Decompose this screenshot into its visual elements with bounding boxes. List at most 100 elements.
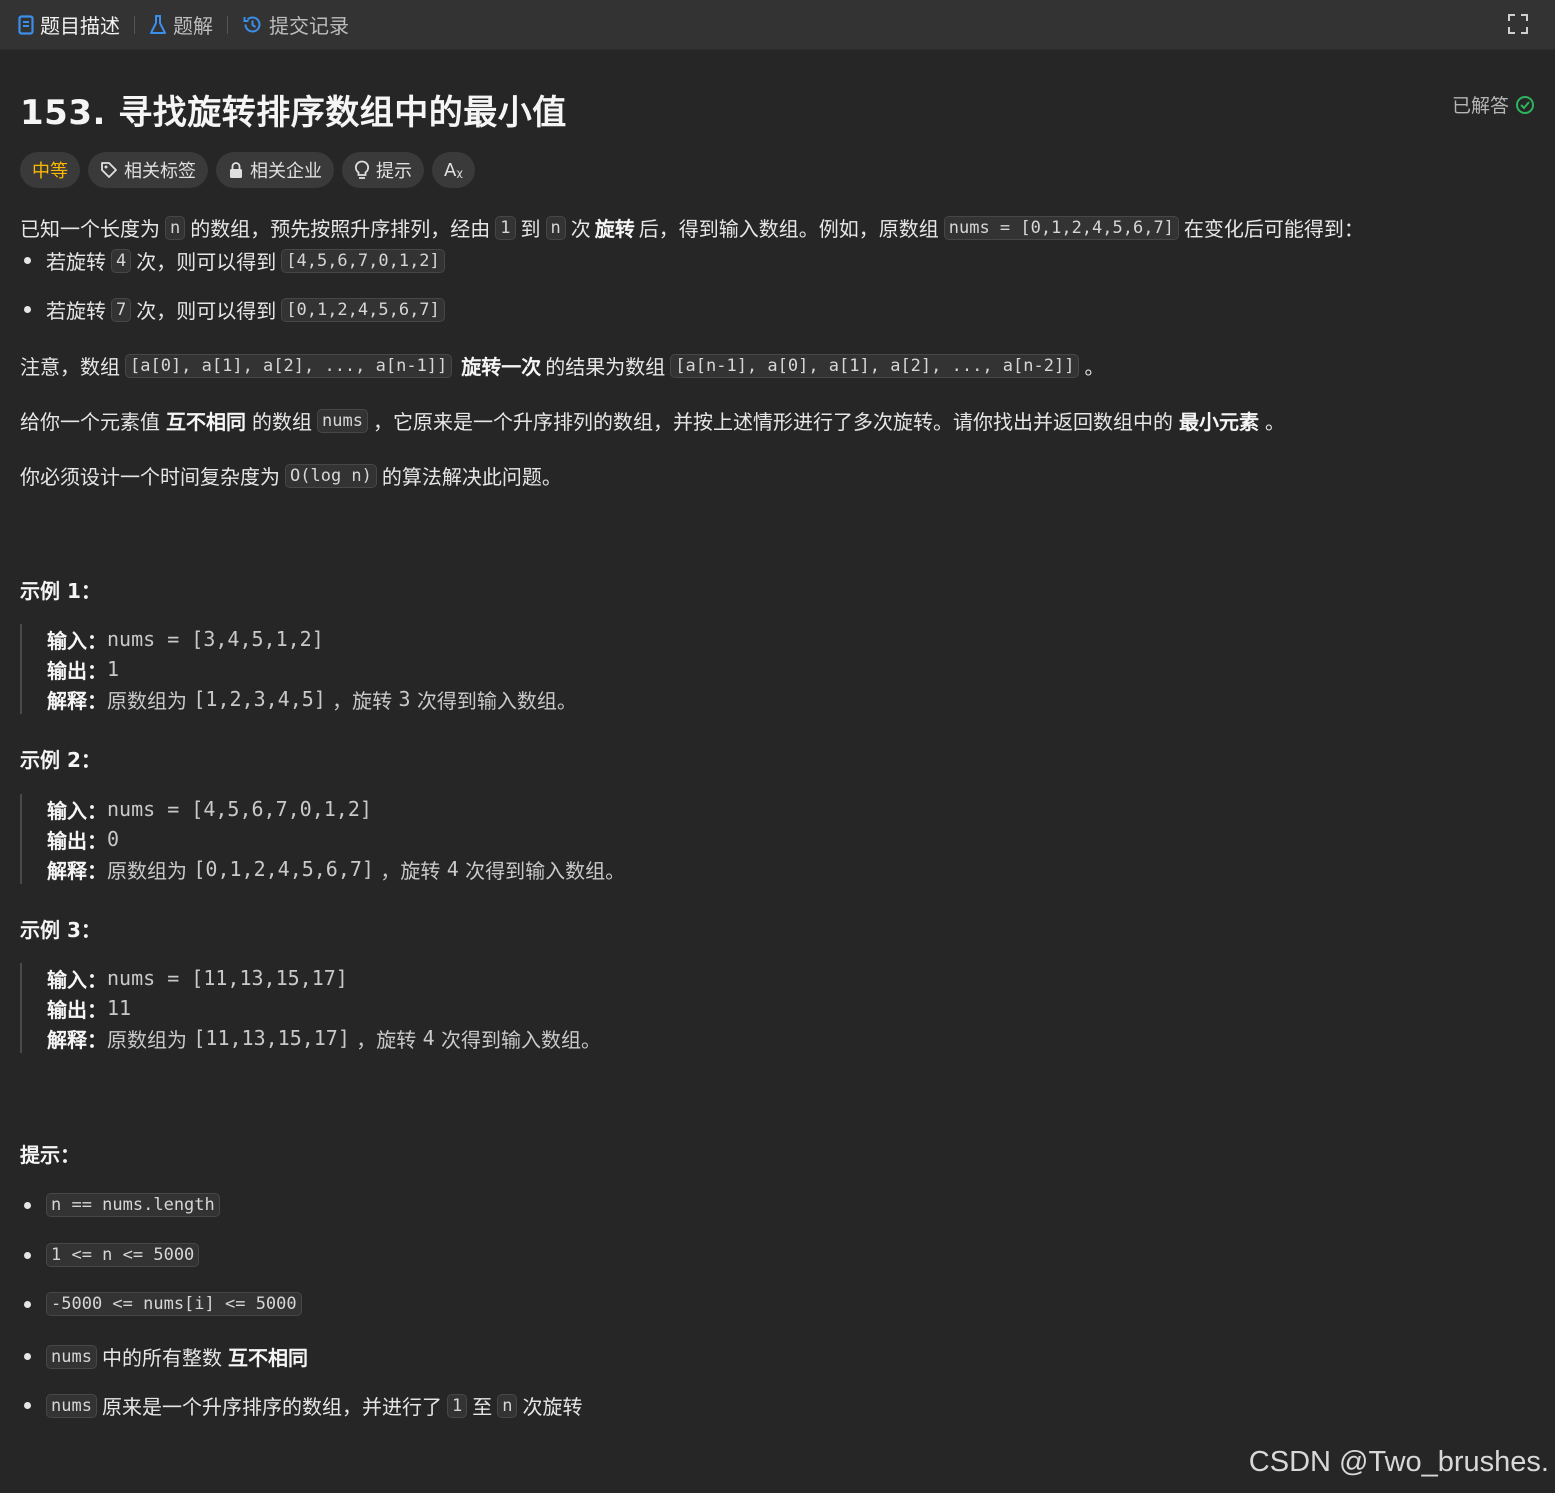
text: 的数组 (252, 410, 312, 434)
bold-text: 互不相同 (227, 1346, 308, 1370)
text: 。 (1264, 410, 1285, 434)
bullet-dot (24, 1251, 31, 1259)
explain-text: ，旋转 (356, 1027, 417, 1052)
example-explanation: 解释： 原数组为 [11,13,15,17] ，旋转 4 次得到输入数组。 (47, 1023, 947, 1053)
output-label: 输出： (47, 828, 107, 853)
inline-code: 4 (111, 248, 132, 273)
description-paragraph: 注意，数组 [a[0], a[1], a[2], ..., a[n-1]] 旋转… (20, 351, 1104, 380)
inline-code: nums (46, 1393, 97, 1418)
inline-code: 7 (111, 297, 132, 322)
related-tags-label: 相关标签 (124, 161, 196, 182)
input-label: 输入： (47, 967, 107, 992)
document-icon (18, 14, 34, 35)
explain-array: [0,1,2,4,5,6,7] (193, 857, 374, 881)
explain-count: 3 (398, 687, 411, 711)
text: 中的所有整数 (101, 1346, 222, 1370)
tab-submissions[interactable]: 提交记录 (242, 0, 349, 49)
constraint-item: nums 原来是一个升序排序的数组，并进行了 1 至 n 次旋转 (20, 1391, 582, 1420)
output-value: 11 (107, 996, 132, 1020)
tab-description[interactable]: 题目描述 (18, 0, 120, 49)
tab-divider (227, 15, 228, 34)
text: 次，则可以得到 (136, 250, 277, 274)
constraint-item: 1 <= n <= 5000 (20, 1243, 204, 1267)
inline-code: O(log n) (285, 463, 377, 488)
inline-code: 1 (446, 1393, 468, 1418)
text: 的结果为数组 (545, 355, 666, 379)
tab-solutions[interactable]: 题解 (149, 0, 213, 49)
list-item: 若旋转 4 次，则可以得到 [4,5,6,7,0,1,2] (20, 246, 450, 275)
explain-array: [11,13,15,17] (193, 1026, 350, 1050)
explain-text: 原数组为 (107, 688, 187, 713)
text: 后，得到输入数组。例如，原数组 (638, 217, 939, 241)
example-explanation: 解释： 原数组为 [0,1,2,4,5,6,7] ，旋转 4 次得到输入数组。 (47, 854, 947, 884)
input-label: 输入： (47, 628, 107, 653)
text: ，它原来是一个升序排列的数组，并按上述情形进行了多次旋转。请你找出并返回数组中的 (372, 410, 1173, 434)
related-companies-label: 相关企业 (250, 161, 322, 182)
solved-label: 已解答 (1451, 95, 1509, 117)
text: 你必须设计一个时间复杂度为 (20, 465, 280, 489)
bold-text: 旋转 (594, 217, 635, 241)
example-3-block: 输入： nums = [11,13,15,17] 输出： 11 解释： 原数组为 [1… (20, 963, 947, 1053)
input-value: nums = [11,13,15,17] (107, 966, 348, 990)
inline-code: [a[n-1], a[0], a[1], a[2], ..., a[n-2]] (670, 353, 1080, 378)
description-paragraph: 已知一个长度为 n 的数组，预先按照升序排列，经由 1 到 n 次 旋转 后，得… (20, 213, 1364, 242)
explain-text: 次得到输入数组。 (416, 688, 577, 713)
page-title: 153. 寻找旋转排序数组中的最小值 (20, 93, 567, 133)
explain-count: 4 (446, 857, 459, 881)
bold-text: 最小元素 (1178, 410, 1259, 434)
example-1-heading: 示例 1： (20, 579, 101, 603)
text: 次，则可以得到 (136, 299, 277, 323)
explain-array: [1,2,3,4,5] (193, 687, 326, 711)
fullscreen-button[interactable] (1507, 13, 1529, 39)
example-output: 输出： 11 (47, 993, 947, 1023)
translate-button[interactable]: Aᵪ (432, 152, 475, 188)
input-value: nums = [3,4,5,1,2] (107, 627, 324, 651)
inline-code: n (165, 215, 186, 240)
example-output: 输出： 1 (47, 654, 947, 684)
hint-button[interactable]: 提示 (342, 152, 424, 188)
tab-solutions-label: 题解 (173, 14, 213, 38)
inline-code: 1 (495, 215, 516, 240)
lock-icon (230, 162, 242, 178)
explain-text: ，旋转 (332, 688, 393, 713)
bullet-dot (24, 1300, 31, 1308)
example-input: 输入： nums = [11,13,15,17] (47, 963, 947, 993)
check-circle-icon (1516, 95, 1534, 114)
output-label: 输出： (47, 658, 107, 683)
explain-label: 解释： (47, 858, 107, 883)
bold-text: 互不相同 (166, 410, 246, 434)
difficulty-badge: 中等 (20, 152, 80, 188)
output-label: 输出： (47, 997, 107, 1022)
bullet-dot (24, 306, 31, 313)
inline-code: [4,5,6,7,0,1,2] (281, 248, 445, 273)
text: 若旋转 (46, 250, 106, 274)
input-value: nums = [4,5,6,7,0,1,2] (107, 797, 372, 821)
tab-description-label: 题目描述 (40, 14, 120, 38)
text: 若旋转 (46, 299, 106, 323)
text: 的数组，预先按照升序排列，经由 (190, 217, 491, 241)
text: 到 (520, 217, 541, 241)
bullet-dot (24, 1201, 31, 1209)
fullscreen-icon (1508, 14, 1528, 34)
explain-text: 次得到输入数组。 (441, 1027, 602, 1052)
text: 已知一个长度为 (20, 217, 160, 241)
solved-status: 已解答 (1452, 91, 1535, 118)
related-tags-button[interactable]: 相关标签 (88, 152, 208, 188)
translate-icon: Aᵪ (444, 159, 463, 181)
explain-label: 解释： (47, 688, 107, 713)
output-value: 1 (107, 657, 120, 681)
example-input: 输入： nums = [3,4,5,1,2] (47, 624, 947, 654)
explain-label: 解释： (47, 1027, 107, 1052)
example-explanation: 解释： 原数组为 [1,2,3,4,5] ，旋转 3 次得到输入数组。 (47, 684, 947, 714)
related-companies-button[interactable]: 相关企业 (216, 152, 334, 188)
constraints-heading: 提示： (20, 1143, 80, 1167)
inline-code: nums (317, 408, 368, 433)
output-value: 0 (107, 827, 120, 851)
tab-divider (134, 15, 135, 34)
text: 注意，数组 (20, 355, 120, 379)
constraint-item: n == nums.length (20, 1193, 225, 1217)
explain-count: 4 (422, 1026, 435, 1050)
description-paragraph: 你必须设计一个时间复杂度为 O(log n) 的算法解决此问题。 (20, 461, 562, 490)
inline-code: 1 <= n <= 5000 (46, 1243, 200, 1267)
example-2-block: 输入： nums = [4,5,6,7,0,1,2] 输出： 0 解释： 原数组为 [… (20, 794, 947, 884)
